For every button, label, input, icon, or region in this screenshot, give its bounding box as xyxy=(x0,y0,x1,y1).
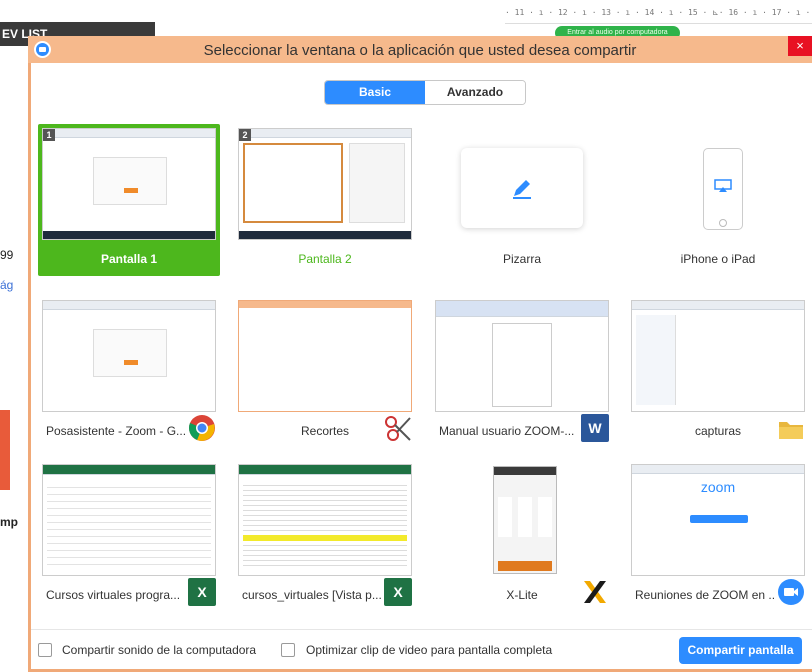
word-window-thumbnail xyxy=(435,300,609,412)
bottom-bar: Compartir sonido de la computadora Optim… xyxy=(31,629,812,669)
share-screen-button[interactable]: Compartir pantalla xyxy=(679,637,802,664)
zoom-window-thumbnail: zoom xyxy=(631,464,805,576)
tile-label: iPhone o iPad xyxy=(680,252,756,266)
close-button[interactable]: × xyxy=(788,36,812,56)
excel-protected-thumbnail xyxy=(238,464,412,576)
background-text-2: ág xyxy=(0,278,14,292)
share-sound-label: Compartir sonido de la computadora xyxy=(62,643,257,657)
word-icon: W xyxy=(581,414,609,442)
xlite-window-thumbnail xyxy=(435,464,609,576)
share-tile-xlite[interactable]: X-Lite xyxy=(431,460,613,612)
share-screen-dialog: Seleccionar la ventana o la aplicación q… xyxy=(28,36,812,672)
dialog-title: Seleccionar la ventana o la aplicación q… xyxy=(203,42,637,59)
whiteboard-card xyxy=(461,148,583,228)
tab-switcher: Basic Avanzado xyxy=(324,80,526,105)
excel-window-thumbnail xyxy=(42,464,216,576)
tile-label: Reuniones de ZOOM en ... xyxy=(635,588,775,602)
folder-window-thumbnail xyxy=(631,300,805,412)
word-letter: W xyxy=(588,420,602,436)
tab-basic[interactable]: Basic xyxy=(325,81,425,104)
optimize-video-label: Optimizar clip de video para pantalla co… xyxy=(306,643,553,657)
screen-1-thumbnail: 1 xyxy=(42,128,216,240)
excel-icon: X xyxy=(188,578,216,606)
share-tile-whiteboard[interactable]: Pizarra xyxy=(431,124,613,276)
background-red-strip xyxy=(0,410,10,490)
xlite-icon xyxy=(584,581,606,603)
background-text-1: 99 xyxy=(0,248,14,262)
tab-advanced[interactable]: Avanzado xyxy=(425,81,525,104)
tile-label: cursos_virtuales [Vista p... xyxy=(242,588,382,602)
document-ruler: · 11 · ı · 12 · ı · 13 · ı · 14 · ı · 15… xyxy=(505,8,812,24)
share-tile-excel-protected[interactable]: cursos_virtuales [Vista p... X xyxy=(234,460,416,612)
tile-label: Posasistente - Zoom - G... xyxy=(46,424,186,438)
zoom-brand-text: zoom xyxy=(700,479,736,495)
share-sound-checkbox[interactable] xyxy=(38,643,52,657)
chrome-icon xyxy=(189,415,215,441)
share-tile-snipping-tool[interactable]: Recortes xyxy=(234,296,416,448)
pencil-icon xyxy=(513,180,531,199)
share-tile-screen-1[interactable]: 1 Pantalla 1 xyxy=(38,124,220,276)
zoom-camera-icon xyxy=(778,579,804,605)
tile-label: Manual usuario ZOOM-... xyxy=(439,424,575,438)
share-tile-chrome-window[interactable]: Posasistente - Zoom - G... xyxy=(38,296,220,448)
snipping-window-thumbnail xyxy=(238,300,412,412)
scissors-icon xyxy=(385,416,411,441)
tile-label: Pizarra xyxy=(502,252,541,266)
share-tile-word-document[interactable]: Manual usuario ZOOM-... W xyxy=(431,296,613,448)
share-tile-iphone-ipad[interactable]: iPhone o iPad xyxy=(627,124,809,276)
excel-letter: X xyxy=(393,584,403,600)
phone-icon xyxy=(703,148,743,230)
tile-label: Pantalla 2 xyxy=(298,252,352,266)
screen-2-thumbnail: 2 xyxy=(238,128,412,240)
share-tile-captures-folder[interactable]: capturas xyxy=(627,296,809,448)
share-tile-excel-courses[interactable]: Cursos virtuales progra... X xyxy=(38,460,220,612)
screen-number: 1 xyxy=(43,129,55,141)
tile-label: Pantalla 1 xyxy=(100,252,158,266)
background-text-3: mp xyxy=(0,515,18,529)
chrome-window-thumbnail xyxy=(42,300,216,412)
dialog-content: Basic Avanzado 1 Pantalla 1 2 Pantalla 2 xyxy=(31,63,812,669)
screen-number: 2 xyxy=(239,129,251,141)
tile-label: Cursos virtuales progra... xyxy=(46,588,181,602)
excel-letter: X xyxy=(197,584,207,600)
folder-icon xyxy=(779,422,803,439)
airplay-icon xyxy=(714,179,732,192)
dialog-titlebar: Seleccionar la ventana o la aplicación q… xyxy=(28,36,812,63)
optimize-video-checkbox[interactable] xyxy=(281,643,295,657)
excel-icon: X xyxy=(384,578,412,606)
share-tile-zoom-meetings[interactable]: zoom Reuniones de ZOOM en ... xyxy=(627,460,809,612)
share-tile-screen-2[interactable]: 2 Pantalla 2 xyxy=(234,124,416,276)
